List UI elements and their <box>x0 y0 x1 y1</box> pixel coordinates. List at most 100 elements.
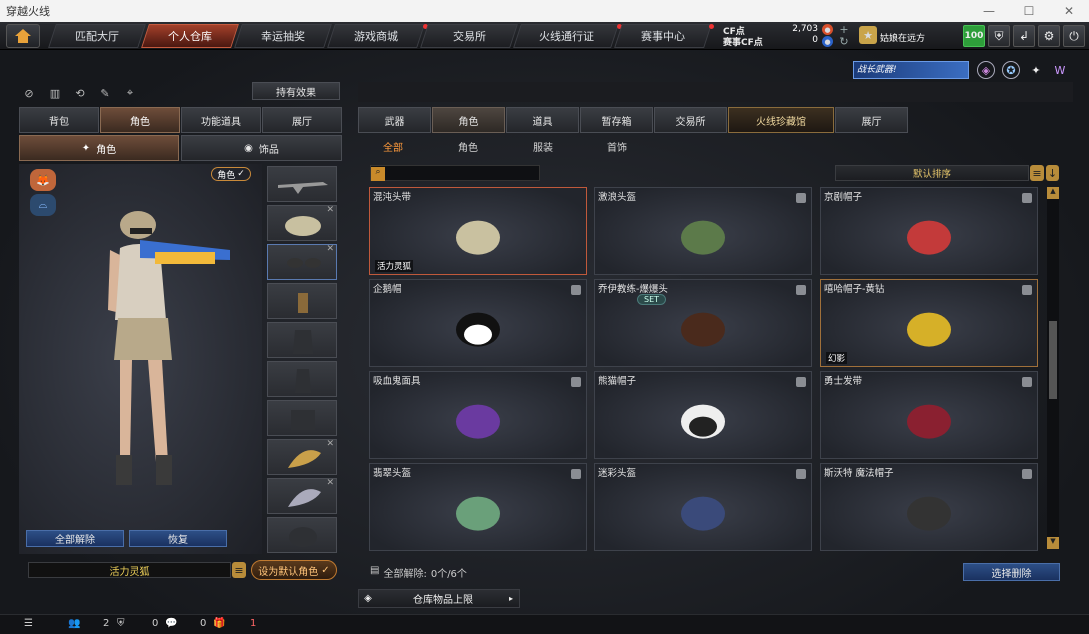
restore-button[interactable]: 恢复 <box>129 530 227 547</box>
minimize-button[interactable]: — <box>969 0 1009 22</box>
item-card[interactable]: 勇士发带 <box>820 371 1038 459</box>
chat-icon[interactable]: 💬 <box>165 618 177 629</box>
equip-slot-pants[interactable] <box>267 400 337 436</box>
pose-icon[interactable]: ✎ <box>96 84 114 102</box>
tab-temp-storage[interactable]: 暂存箱 <box>580 107 653 133</box>
scroll-down-icon[interactable]: ▼ <box>1047 537 1059 549</box>
right-header-strip <box>358 82 1073 102</box>
toggle-off-icon[interactable]: ⊘ <box>20 84 38 102</box>
mask-icon[interactable]: ⌓ <box>30 194 56 216</box>
equip-slot-glasses[interactable]: ✕ <box>267 244 337 280</box>
tab-character[interactable]: 角色 <box>100 107 180 133</box>
remove-icon[interactable]: ✕ <box>326 439 334 449</box>
medal-icon[interactable]: ✦ <box>1027 61 1045 79</box>
item-name: 激浪头盔 <box>598 192 637 203</box>
scrollbar-track[interactable]: ▲ ▼ <box>1047 187 1059 549</box>
subtab-character[interactable]: ✦ 角色 <box>19 135 179 161</box>
close-window-button[interactable]: ✕ <box>1049 0 1089 22</box>
exit-icon: ↲ <box>1018 29 1030 43</box>
item-card[interactable]: 斯沃特 魔法帽子 <box>820 463 1038 551</box>
storage-limit-button[interactable]: ◈ 仓库物品上限 ▸ <box>358 589 520 608</box>
tab-backpack[interactable]: 背包 <box>19 107 99 133</box>
equip-slot-vest[interactable] <box>267 322 337 358</box>
nav-tab-events[interactable]: 赛事中心 <box>614 24 712 48</box>
item-name: 乔伊教练-爆爆头 <box>598 284 668 295</box>
mouse-icon[interactable]: ⌖ <box>121 84 139 102</box>
nav-tab-warehouse[interactable]: 个人仓库 <box>141 24 239 48</box>
filter-character[interactable]: 角色 <box>458 139 478 154</box>
power-button[interactable]: ⏻ <box>1063 25 1085 47</box>
home-button[interactable] <box>6 24 40 48</box>
refresh-icon[interactable]: ↻ <box>838 35 850 48</box>
friends-icon[interactable]: 👥 <box>68 618 80 629</box>
equip-slot-pet[interactable]: ✕ <box>267 439 337 475</box>
remove-icon[interactable]: ✕ <box>326 244 334 254</box>
search-input[interactable]: ⌕ <box>370 165 540 181</box>
maximize-button[interactable]: ☐ <box>1009 0 1049 22</box>
item-card[interactable]: 京剧帽子 <box>820 187 1038 275</box>
tab-showroom[interactable]: 展厅 <box>262 107 342 133</box>
equip-slot-empty[interactable] <box>267 517 337 553</box>
equip-slot-headwear[interactable]: ✕ <box>267 205 337 241</box>
list-icon[interactable]: ≡ <box>232 562 246 578</box>
set-default-role-button[interactable]: 设为默认角色 ✓ <box>251 560 337 580</box>
item-card[interactable]: 熊猫帽子 <box>594 371 812 459</box>
gift-icon[interactable]: 🎁 <box>213 618 225 629</box>
emblem-icon[interactable]: W <box>1051 61 1069 79</box>
helmet-placeholder-icon <box>289 527 317 547</box>
equip-slot-radio[interactable] <box>267 283 337 319</box>
filter-clothing[interactable]: 服装 <box>533 139 553 154</box>
sort-desc-icon[interactable]: ↓ <box>1046 165 1059 181</box>
sort-dropdown[interactable]: 默认排序 <box>835 165 1029 181</box>
item-card[interactable]: 吸血鬼面具 <box>369 371 587 459</box>
filter-jewelry[interactable]: 首饰 <box>607 139 627 154</box>
item-card[interactable]: 迷彩头盔 <box>594 463 812 551</box>
item-card[interactable]: 嘻哈帽子-黄钻 幻影 <box>820 279 1038 367</box>
character-name-field[interactable]: 活力灵狐 <box>28 562 231 578</box>
tab-exchange[interactable]: 交易所 <box>654 107 727 133</box>
tab-weapons[interactable]: 武器 <box>358 107 431 133</box>
item-name: 京剧帽子 <box>824 192 863 203</box>
equip-slot-pet-2[interactable]: ✕ <box>267 478 337 514</box>
item-card[interactable]: 乔伊教练-爆爆头 SET <box>594 279 812 367</box>
nav-tab-exchange[interactable]: 交易所 <box>420 24 518 48</box>
tab-showroom-right[interactable]: 展厅 <box>835 107 908 133</box>
vip-icon[interactable]: ◈ <box>977 61 995 79</box>
item-card[interactable]: 企鹅帽 <box>369 279 587 367</box>
item-card[interactable]: 翡翠头盔 <box>369 463 587 551</box>
fox-icon[interactable]: 🦊 <box>30 169 56 191</box>
exit-room-button[interactable]: ↲ <box>1013 25 1035 47</box>
rotate-icon[interactable]: ⟲ <box>71 84 89 102</box>
tab-collection-hall[interactable]: 火线珍藏馆 <box>728 107 834 133</box>
select-delete-button[interactable]: 选择删除 <box>963 563 1060 581</box>
scroll-up-icon[interactable]: ▲ <box>1047 187 1059 199</box>
equip-slot-weapon[interactable] <box>267 166 337 202</box>
recharge-plus-icon[interactable]: + <box>838 23 850 36</box>
stats-icon[interactable]: ▥ <box>46 84 64 102</box>
item-card[interactable]: 混沌头带 活力灵狐 <box>369 187 587 275</box>
clan-icon[interactable]: ⛨ <box>117 618 125 629</box>
remove-icon[interactable]: ✕ <box>326 478 334 488</box>
filter-all[interactable]: 全部 <box>383 139 403 154</box>
nav-tab-shop[interactable]: 游戏商城 <box>327 24 425 48</box>
unequip-all-button[interactable]: 全部解除 <box>26 530 124 547</box>
item-card[interactable]: 激浪头盔 <box>594 187 812 275</box>
nav-tab-battle-pass[interactable]: 火线通行证 <box>513 24 619 48</box>
shield-button[interactable]: ⛨ <box>988 25 1010 47</box>
remove-icon[interactable]: ✕ <box>326 205 334 215</box>
tab-props[interactable]: 道具 <box>506 107 579 133</box>
settings-button[interactable]: ⚙ <box>1038 25 1060 47</box>
menu-icon[interactable]: ☰ <box>24 618 33 629</box>
sort-list-icon[interactable]: ≡ <box>1030 165 1044 181</box>
golden-dragon-icon <box>288 450 321 468</box>
tab-function-items[interactable]: 功能道具 <box>181 107 261 133</box>
promo-banner[interactable]: 战长武器! <box>853 61 969 79</box>
scrollbar-thumb[interactable] <box>1049 321 1057 399</box>
holding-effect-button[interactable]: 持有效果 <box>252 82 340 100</box>
equip-slot-armor[interactable] <box>267 361 337 397</box>
nav-tab-match-hall[interactable]: 匹配大厅 <box>48 24 146 48</box>
badge-icon[interactable]: ✪ <box>1002 61 1020 79</box>
tab-characters[interactable]: 角色 <box>432 107 505 133</box>
nav-tab-lucky-draw[interactable]: 幸运抽奖 <box>234 24 332 48</box>
subtab-accessories[interactable]: ◉ 饰品 <box>181 135 342 161</box>
